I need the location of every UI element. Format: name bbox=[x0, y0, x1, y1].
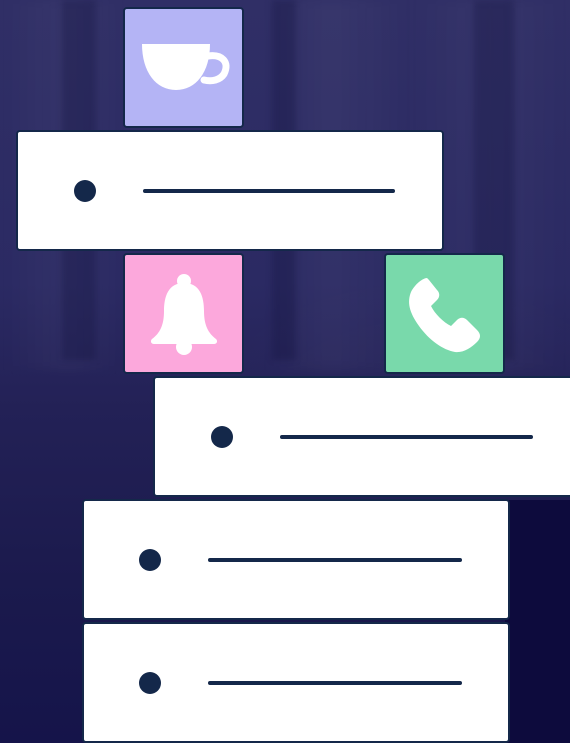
bullet-dot bbox=[139, 548, 161, 571]
bell-icon bbox=[150, 273, 217, 355]
list-item[interactable] bbox=[82, 499, 510, 620]
text-line-placeholder bbox=[143, 188, 395, 193]
text-line-placeholder bbox=[208, 557, 462, 562]
bullet-dot bbox=[139, 671, 161, 694]
bell-tile[interactable] bbox=[123, 253, 244, 374]
list-item[interactable] bbox=[16, 130, 444, 251]
phone-tile[interactable] bbox=[384, 253, 505, 374]
text-line-placeholder bbox=[208, 680, 462, 685]
coffee-cup-icon bbox=[141, 43, 229, 90]
list-item[interactable] bbox=[153, 376, 570, 497]
dark-panel bbox=[505, 500, 570, 743]
list-item[interactable] bbox=[82, 622, 510, 743]
phone-icon bbox=[408, 277, 480, 352]
text-line-placeholder bbox=[280, 434, 533, 439]
bullet-dot bbox=[211, 425, 233, 448]
coffee-tile[interactable] bbox=[123, 7, 244, 128]
bullet-dot bbox=[74, 179, 96, 202]
